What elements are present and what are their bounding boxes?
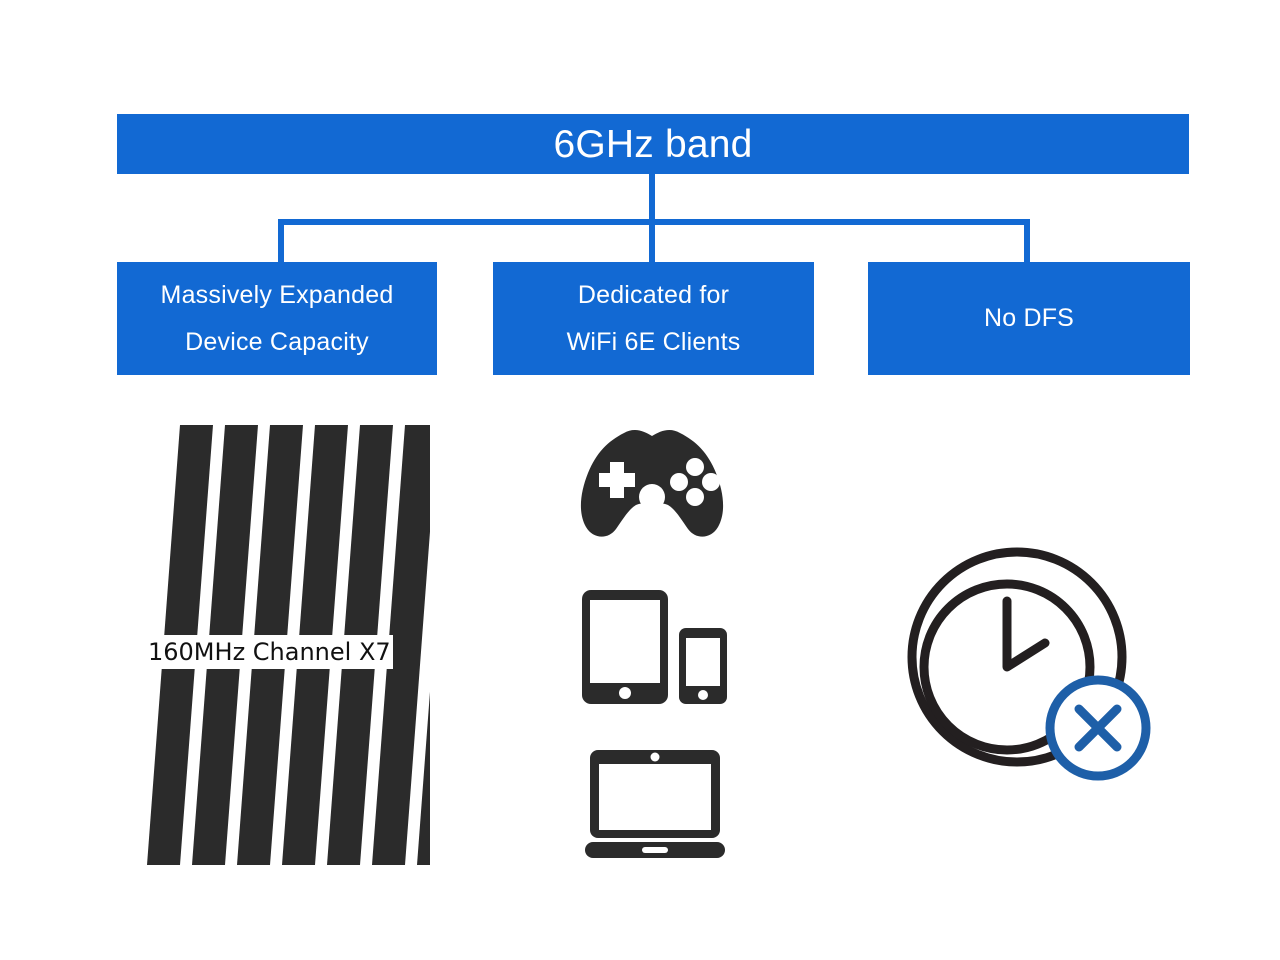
node-box-1-line-2: Device Capacity <box>185 327 369 356</box>
connector-drop-left <box>278 219 284 264</box>
node-box-3-line-1: No DFS <box>983 304 1075 332</box>
connector-stem <box>649 173 655 223</box>
node-box-dedicated-for-wifi-6e-clients: Dedicated for WiFi 6E Clients <box>493 262 814 375</box>
phone-icon <box>679 628 727 704</box>
connector-drop-right <box>1024 219 1030 264</box>
tablet-icon <box>582 590 668 704</box>
diagram-canvas: 6GHz band Massively Expanded Device Capa… <box>0 0 1280 960</box>
diagram-title-box: 6GHz band <box>117 114 1189 174</box>
laptop-icon <box>585 748 725 860</box>
tablet-and-phone-icons <box>580 588 730 706</box>
clock-with-circle-x-icon <box>895 545 1165 785</box>
gamepad-icon <box>572 425 732 540</box>
connector-drop-middle <box>649 219 655 264</box>
node-box-massively-expanded-device-capacity: Massively Expanded Device Capacity <box>117 262 437 375</box>
node-box-2-line-1: Dedicated for <box>577 280 730 309</box>
channel-label: 160MHz Channel X7 <box>146 635 393 669</box>
circle-x-icon <box>1045 675 1151 781</box>
node-box-no-dfs: No DFS <box>868 262 1190 375</box>
node-box-1-line-1: Massively Expanded <box>160 280 394 309</box>
page-title: 6GHz band <box>553 122 753 166</box>
node-box-2-line-2: WiFi 6E Clients <box>566 327 741 356</box>
